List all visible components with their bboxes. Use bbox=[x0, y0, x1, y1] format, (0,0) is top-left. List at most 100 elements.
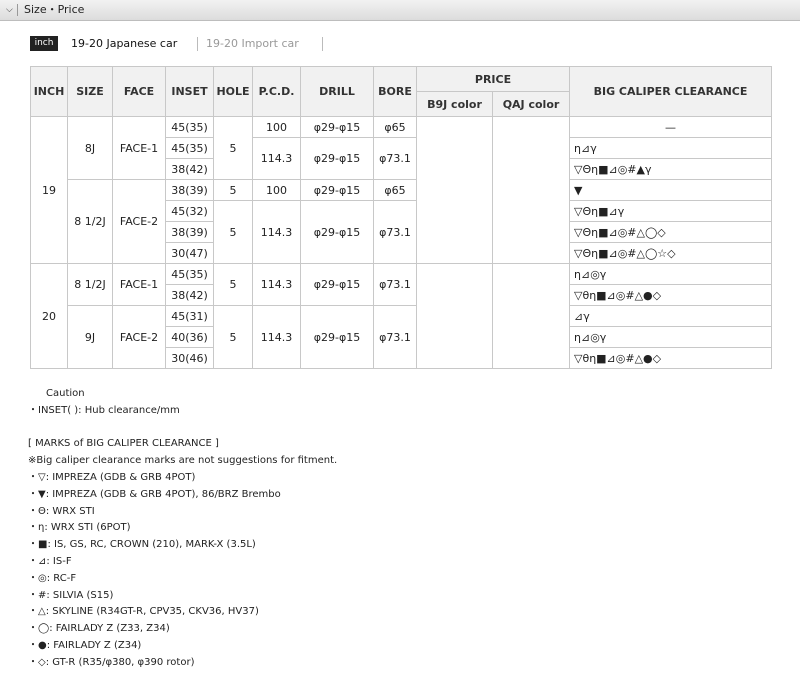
cell-inset: 38(39) bbox=[165, 221, 214, 243]
cell-clearance: ▼ bbox=[569, 179, 772, 201]
cell-face: FACE-2 bbox=[112, 179, 166, 264]
section-title: Size・Price bbox=[24, 3, 85, 16]
cell-bore: φ73.1 bbox=[373, 200, 417, 264]
mark-legend-item: ・◎: RC-F bbox=[28, 572, 77, 584]
cell-face: FACE-1 bbox=[112, 263, 166, 306]
tab-import-car[interactable]: 19-20 Import car bbox=[206, 35, 299, 53]
cell-drill: φ29-φ15 bbox=[300, 179, 374, 201]
cell-inset: 45(35) bbox=[165, 137, 214, 159]
cell-clearance: η⊿γ bbox=[569, 137, 772, 159]
cell-price-b9j bbox=[416, 116, 493, 264]
cell-inset: 40(36) bbox=[165, 326, 214, 348]
cell-drill: φ29-φ15 bbox=[300, 263, 374, 306]
inch-badge: inch bbox=[30, 36, 58, 51]
inset-note: ・INSET( ): Hub clearance/mm bbox=[28, 404, 180, 416]
mark-legend-item: ・◇: GT-R (R35/φ380, φ390 rotor) bbox=[28, 656, 195, 668]
header-price: PRICE bbox=[416, 66, 570, 92]
cell-size: 9J bbox=[67, 305, 113, 369]
cell-clearance: ▽Θη■⊿◎#△◯☆◇ bbox=[569, 242, 772, 264]
mark-legend-item: ・■: IS, GS, RC, CROWN (210), MARK-X (3.5… bbox=[28, 539, 256, 551]
cell-inset: 30(46) bbox=[165, 347, 214, 369]
header-bore: BORE bbox=[373, 66, 417, 117]
cell-clearance: ▽Θη■⊿◎#△◯◇ bbox=[569, 221, 772, 243]
marks-title: [ MARKS of BIG CALIPER CLEARANCE ] bbox=[28, 438, 219, 450]
cell-size: 8 1/2J bbox=[67, 179, 113, 264]
cell-hole: 5 bbox=[213, 179, 253, 201]
marks-disclaimer: ※Big caliper clearance marks are not sug… bbox=[28, 455, 338, 467]
mark-legend-item: ・◯: FAIRLADY Z (Z33, Z34) bbox=[28, 623, 170, 635]
header-face: FACE bbox=[112, 66, 166, 117]
header-pcd: P.C.D. bbox=[252, 66, 301, 117]
cell-pcd: 114.3 bbox=[252, 137, 301, 180]
mark-legend-item: ・▽: IMPREZA (GDB & GRB 4POT) bbox=[28, 471, 196, 483]
cell-bore: φ73.1 bbox=[373, 263, 417, 306]
cell-inch: 19 bbox=[30, 116, 68, 264]
cell-inset: 38(42) bbox=[165, 284, 214, 306]
cell-inch: 20 bbox=[30, 263, 68, 369]
table-row: 20 8 1/2J FACE-1 45(35) 5 114.3 φ29-φ15 … bbox=[30, 263, 772, 369]
notes: Caution ・INSET( ): Hub clearance/mm [ MA… bbox=[28, 386, 337, 672]
cell-clearance: ⊿γ bbox=[569, 305, 772, 327]
mark-legend-item: ・η: WRX STI (6POT) bbox=[28, 522, 131, 534]
size-price-table: INCH SIZE FACE INSET HOLE P.C.D. DRILL B… bbox=[30, 66, 772, 369]
header-drill: DRILL bbox=[300, 66, 374, 117]
cell-inset: 45(35) bbox=[165, 116, 214, 138]
caution-label: Caution bbox=[46, 388, 85, 399]
mark-legend-item: ・⊿: IS-F bbox=[28, 555, 72, 567]
header-hole: HOLE bbox=[213, 66, 253, 117]
cell-pcd: 114.3 bbox=[252, 305, 301, 369]
cell-price-qaj bbox=[492, 263, 570, 369]
cell-inset: 45(32) bbox=[165, 200, 214, 222]
header-size: SIZE bbox=[67, 66, 113, 117]
cell-drill: φ29-φ15 bbox=[300, 137, 374, 180]
mark-legend-item: ・△: SKYLINE (R34GT-R, CPV35, CKV36, HV37… bbox=[28, 606, 259, 618]
divider bbox=[17, 4, 18, 16]
cell-inset: 45(31) bbox=[165, 305, 214, 327]
cell-inset: 38(39) bbox=[165, 179, 214, 201]
cell-clearance: η⊿◎γ bbox=[569, 326, 772, 348]
cell-clearance: — bbox=[569, 116, 772, 138]
cell-size: 8J bbox=[67, 116, 113, 180]
cell-clearance: η⊿◎γ bbox=[569, 263, 772, 285]
cell-face: FACE-2 bbox=[112, 305, 166, 369]
cell-hole: 5 bbox=[213, 305, 253, 369]
table-row: 9J FACE-2 45(31) 5 114.3 φ29-φ15 φ73.1 ⊿… bbox=[31, 305, 772, 369]
cell-bore: φ73.1 bbox=[373, 137, 417, 180]
mark-legend-item: ・●: FAIRLADY Z (Z34) bbox=[28, 639, 142, 651]
mark-legend-item: ・Θ: WRX STI bbox=[28, 505, 95, 517]
tab-japanese-car[interactable]: 19-20 Japanese car bbox=[71, 35, 177, 53]
cell-bore: φ65 bbox=[373, 116, 417, 138]
header-inch: INCH bbox=[30, 66, 68, 117]
table-row: 8 1/2J FACE-2 38(39) 5 100 φ29-φ15 φ65 ▼ bbox=[31, 179, 772, 264]
cell-price-qaj bbox=[492, 116, 570, 264]
cell-clearance: ▽θη■⊿◎#△●◇ bbox=[569, 347, 772, 369]
cell-pcd: 100 bbox=[252, 116, 301, 138]
header-qaj: QAJ color bbox=[492, 91, 570, 117]
cell-drill: φ29-φ15 bbox=[300, 200, 374, 264]
chevron-down-icon[interactable]: ⌵ bbox=[6, 0, 13, 20]
cell-clearance: ▽Θη■⊿◎#▲γ bbox=[569, 158, 772, 180]
header-clearance: BIG CALIPER CLEARANCE bbox=[569, 66, 772, 117]
section-header[interactable]: ⌵ Size・Price bbox=[0, 0, 800, 21]
mark-legend-item: ・▼: IMPREZA (GDB & GRB 4POT), 86/BRZ Bre… bbox=[28, 488, 281, 500]
cell-price-b9j bbox=[416, 263, 493, 369]
cell-pcd: 100 bbox=[252, 179, 301, 201]
cell-hole: 5 bbox=[213, 116, 253, 180]
cell-bore: φ65 bbox=[373, 179, 417, 201]
mark-legend-item: ・#: SILVIA (S15) bbox=[28, 589, 114, 601]
header-b9j: B9J color bbox=[416, 91, 493, 117]
cell-inset: 30(47) bbox=[165, 242, 214, 264]
cell-face: FACE-1 bbox=[112, 116, 166, 180]
cell-clearance: ▽Θη■⊿γ bbox=[569, 200, 772, 222]
cell-inset: 45(35) bbox=[165, 263, 214, 285]
cell-pcd: 114.3 bbox=[252, 200, 301, 264]
cell-drill: φ29-φ15 bbox=[300, 305, 374, 369]
cell-inset: 38(42) bbox=[165, 158, 214, 180]
tab-divider bbox=[322, 37, 323, 51]
cell-drill: φ29-φ15 bbox=[300, 116, 374, 138]
cell-clearance: ▽θη■⊿◎#△●◇ bbox=[569, 284, 772, 306]
cell-size: 8 1/2J bbox=[67, 263, 113, 306]
cell-hole: 5 bbox=[213, 263, 253, 306]
tab-divider bbox=[197, 37, 198, 51]
